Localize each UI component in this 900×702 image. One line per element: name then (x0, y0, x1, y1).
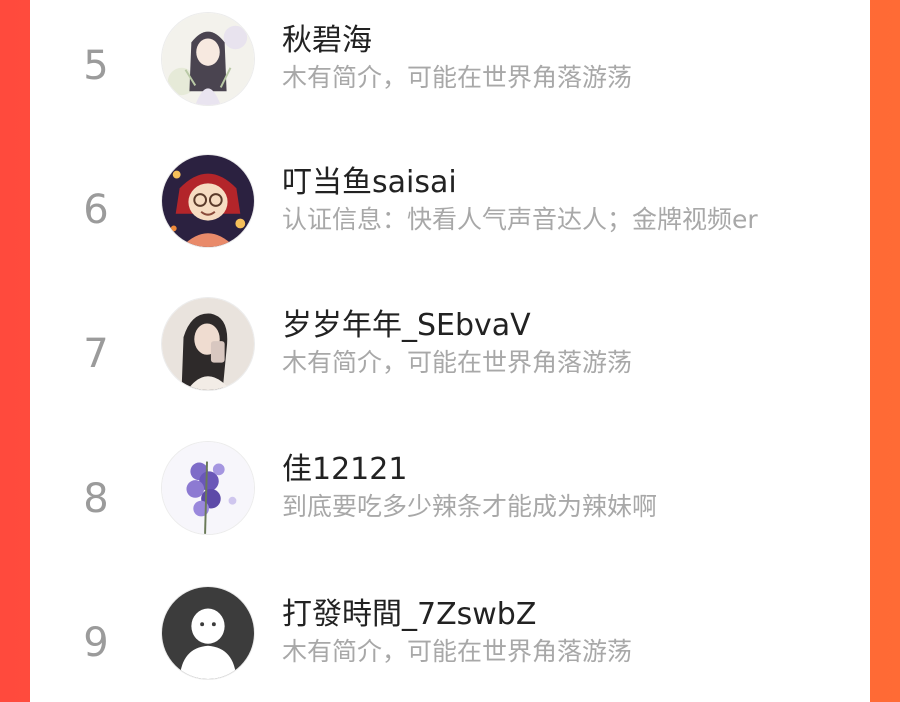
rank-number: 8 (83, 476, 109, 522)
default-user-avatar-icon[interactable] (161, 586, 255, 680)
rank-number: 7 (83, 331, 109, 377)
anime-glasses-avatar-icon[interactable] (161, 154, 255, 248)
user-name[interactable]: 佳12121 (282, 453, 407, 486)
user-bio: 木有简介，可能在世界角落游荡 (282, 63, 633, 92)
ranking-row-8[interactable]: 8 佳12121 到底要吃多少辣条才能成为辣妹啊 (30, 435, 870, 555)
purple-flower-avatar-icon[interactable] (161, 441, 255, 535)
user-name[interactable]: 叮当鱼saisai (282, 166, 457, 199)
user-name[interactable]: 岁岁年年_SEbvaV (282, 309, 531, 342)
user-bio: 木有简介，可能在世界角落游荡 (282, 348, 633, 377)
ranking-row-5[interactable]: 5 秋碧海 木有简介，可能在世界角落游荡 (30, 6, 870, 126)
user-name[interactable]: 秋碧海 (282, 24, 372, 57)
rank-number: 9 (83, 620, 109, 666)
rank-number: 6 (83, 187, 109, 233)
ranking-row-6[interactable]: 6 叮当鱼saisai 认证信息：快看人气声音达人；金牌视频er (30, 148, 870, 268)
ranking-list-card: 5 秋碧海 木有简介，可能在世界角落游荡 6 叮当鱼saisai 认证信息：快看… (30, 0, 870, 702)
user-bio: 木有简介，可能在世界角落游荡 (282, 637, 633, 666)
user-name[interactable]: 打發時間_7ZswbZ (282, 598, 536, 631)
ranking-row-9[interactable]: 9 打發時間_7ZswbZ 木有简介，可能在世界角落游荡 (30, 580, 870, 700)
anime-girl-avatar-icon[interactable] (161, 12, 255, 106)
selfie-photo-avatar-icon[interactable] (161, 297, 255, 391)
user-bio: 认证信息：快看人气声音达人；金牌视频er (282, 205, 758, 234)
ranking-row-7[interactable]: 7 岁岁年年_SEbvaV 木有简介，可能在世界角落游荡 (30, 291, 870, 411)
rank-number: 5 (83, 43, 109, 89)
user-bio: 到底要吃多少辣条才能成为辣妹啊 (282, 492, 658, 521)
